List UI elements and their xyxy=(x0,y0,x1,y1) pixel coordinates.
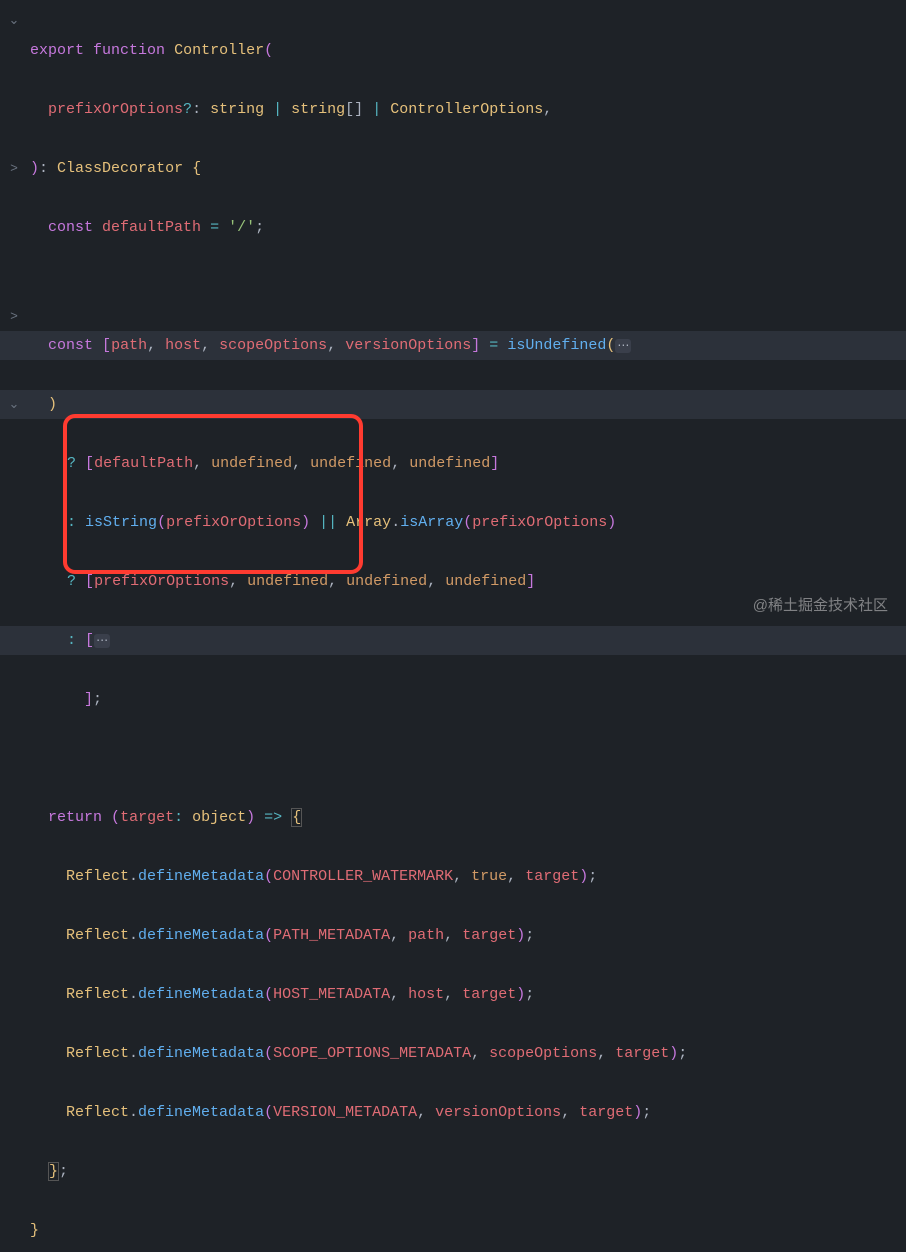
code-area[interactable]: export function Controller( prefixOrOpti… xyxy=(0,6,906,1252)
watermark-text: @稀土掘金技术社区 xyxy=(753,591,888,621)
fold-icon-open[interactable]: ⌄ xyxy=(6,6,22,36)
code-line[interactable]: Reflect.defineMetadata(VERSION_METADATA,… xyxy=(30,1098,906,1128)
code-line[interactable] xyxy=(30,744,906,774)
code-line[interactable]: prefixOrOptions?: string | string[] | Co… xyxy=(30,95,906,125)
fold-icon-closed[interactable]: > xyxy=(6,302,22,332)
fold-icon-closed[interactable]: > xyxy=(6,154,22,184)
code-line[interactable]: Reflect.defineMetadata(SCOPE_OPTIONS_MET… xyxy=(30,1039,906,1069)
code-line[interactable]: ? [defaultPath, undefined, undefined, un… xyxy=(30,449,906,479)
code-line[interactable] xyxy=(30,272,906,302)
code-line[interactable]: Reflect.defineMetadata(HOST_METADATA, ho… xyxy=(30,980,906,1010)
code-line[interactable]: : isString(prefixOrOptions) || Array.isA… xyxy=(30,508,906,538)
folded-ellipsis[interactable]: ⋯ xyxy=(94,634,110,648)
fold-icon-open[interactable]: ⌄ xyxy=(6,390,22,420)
code-line[interactable]: ]; xyxy=(30,685,906,715)
code-line-highlighted[interactable]: : [⋯ xyxy=(0,626,906,656)
code-line[interactable]: export function Controller( xyxy=(30,36,906,66)
code-line[interactable]: } xyxy=(30,1216,906,1246)
code-editor[interactable]: ⌄ > > ⌄ export function Controller( pref… xyxy=(0,0,906,1252)
code-line[interactable]: return (target: object) => { xyxy=(30,803,906,833)
code-line[interactable]: Reflect.defineMetadata(PATH_METADATA, pa… xyxy=(30,921,906,951)
code-line[interactable]: const defaultPath = '/'; xyxy=(30,213,906,243)
folded-ellipsis[interactable]: ⋯ xyxy=(615,339,631,353)
code-line-highlighted[interactable]: const [path, host, scopeOptions, version… xyxy=(0,331,906,361)
code-line[interactable]: }; xyxy=(30,1157,906,1187)
fold-gutter: ⌄ > > ⌄ xyxy=(0,0,28,1252)
code-line-highlighted[interactable]: ) xyxy=(0,390,906,420)
code-line[interactable]: ): ClassDecorator { xyxy=(30,154,906,184)
code-line[interactable]: Reflect.defineMetadata(CONTROLLER_WATERM… xyxy=(30,862,906,892)
